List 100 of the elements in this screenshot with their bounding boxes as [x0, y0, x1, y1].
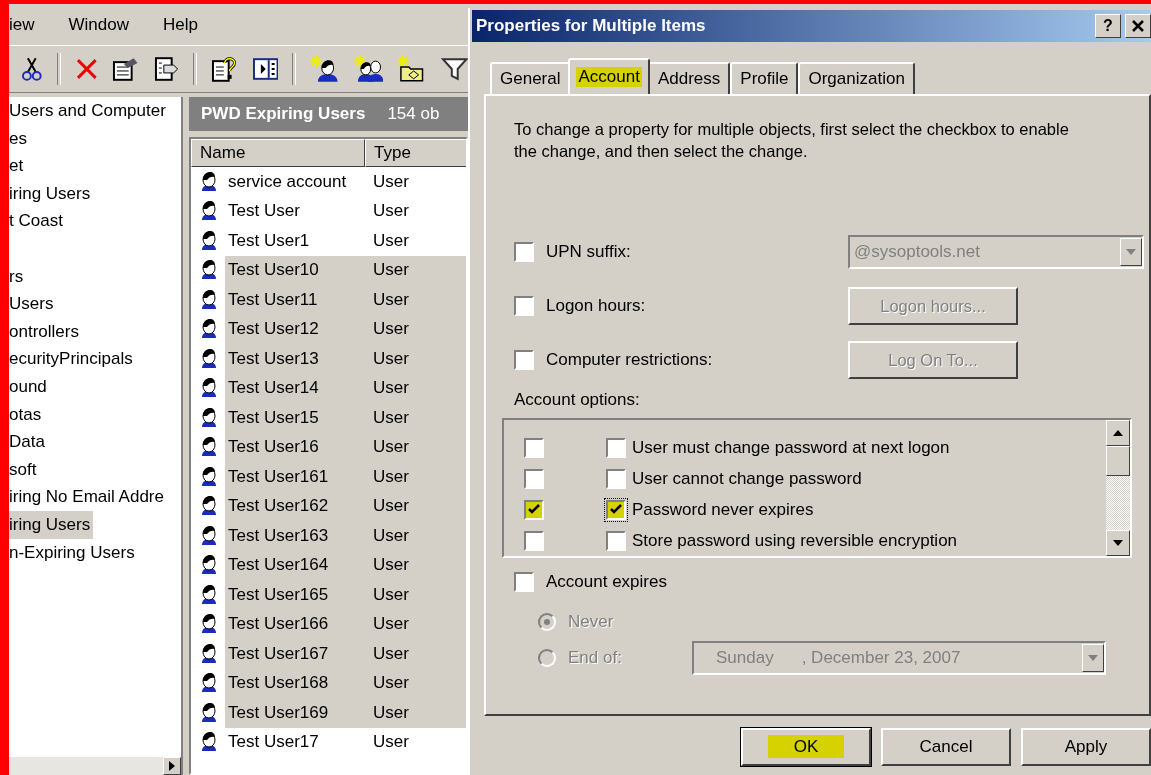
up-arrow-icon	[1113, 430, 1123, 436]
menu-item[interactable]: Window	[68, 14, 129, 35]
type-cell-text: User	[372, 230, 410, 251]
name-cell-text: Test User168	[227, 673, 330, 694]
tree-item[interactable]: iring Users	[9, 510, 94, 539]
enable-checkbox[interactable]	[524, 499, 544, 520]
enable-checkbox[interactable]	[524, 530, 544, 551]
name-cell-text: Test User165	[227, 584, 330, 605]
option-checkbox[interactable]	[606, 530, 626, 551]
section-label: Account options:	[514, 390, 641, 410]
type-cell-text: User	[372, 378, 410, 399]
horizontal-scrollbar[interactable]	[9, 757, 181, 775]
user-icon	[199, 465, 219, 488]
name-cell-text: Test User13	[227, 348, 320, 369]
type-cell-text: User	[372, 732, 410, 753]
name-cell-text: Test User12	[227, 319, 320, 340]
user-icon	[199, 288, 219, 311]
tab[interactable]: Organization	[798, 62, 915, 94]
user-icon	[199, 229, 219, 252]
delete-icon[interactable]	[74, 57, 99, 81]
column-header[interactable]: Name	[191, 139, 365, 167]
list-row[interactable]: Test User167 User	[225, 639, 466, 669]
tab[interactable]: Address	[647, 62, 731, 94]
list-row[interactable]: Test User16 User	[225, 432, 466, 462]
menu-item[interactable]: Help	[163, 14, 198, 35]
dialog-button[interactable]: OK	[741, 728, 871, 766]
help-button[interactable]: ?	[1095, 14, 1121, 38]
user-icon	[199, 406, 219, 429]
tab[interactable]: Account	[568, 58, 650, 94]
type-cell-text: User	[372, 289, 410, 310]
user-icon	[199, 170, 219, 193]
scroll-up-button[interactable]	[1106, 420, 1130, 446]
menu-item[interactable]: iew	[9, 14, 35, 35]
user-icon	[199, 731, 219, 754]
name-cell-text: Test User161	[227, 466, 330, 487]
name-cell-text: Test User163	[227, 525, 330, 546]
type-cell-text: User	[372, 466, 410, 487]
user-icon	[199, 377, 219, 400]
date-value: , December 23, 2007	[801, 648, 961, 668]
instructions-text: To change a property for multiple objects, first select the checkbox to enable the change, and then select the change.	[514, 119, 1070, 162]
type-cell-text: User	[372, 201, 410, 222]
dropdown-button[interactable]	[1082, 644, 1104, 672]
pane-title: PWD Expiring Users	[201, 104, 366, 124]
scroll-right-button[interactable]	[163, 757, 181, 775]
column-header[interactable]: Type	[365, 139, 466, 167]
scroll-thumb[interactable]	[1106, 446, 1130, 476]
type-cell-text: User	[372, 614, 410, 635]
user-icon	[199, 436, 219, 459]
list-row[interactable]: Test User14 User	[225, 373, 466, 403]
option-label: User must change password at next logon	[632, 437, 950, 458]
scroll-down-button[interactable]	[1106, 530, 1130, 556]
tab[interactable]: Profile	[730, 62, 799, 94]
tab[interactable]: General	[490, 62, 571, 94]
list-row[interactable]: Test User165 User	[225, 580, 466, 610]
option-checkbox[interactable]	[606, 437, 626, 458]
type-cell-text: User	[372, 407, 410, 428]
option-checkbox[interactable]	[606, 499, 626, 520]
field-label: Account expires	[546, 572, 667, 592]
user-icon	[199, 318, 219, 341]
user-icon	[199, 495, 219, 518]
user-icon	[199, 583, 219, 606]
list-row[interactable]: Test User12 User	[225, 314, 466, 344]
list-row[interactable]: Test User169 User	[225, 698, 466, 728]
console-tree-icon[interactable]	[252, 58, 279, 80]
user-icon	[199, 259, 219, 282]
list-row[interactable]: Test User166 User	[225, 609, 466, 639]
help-icon[interactable]	[211, 55, 239, 83]
type-cell-text: User	[372, 437, 410, 458]
type-cell-text: User	[372, 260, 410, 281]
properties-icon[interactable]	[112, 56, 140, 82]
vertical-scrollbar[interactable]	[1106, 420, 1130, 556]
type-cell-text: User	[372, 319, 410, 340]
user-icon	[199, 672, 219, 695]
name-cell-text: Test User164	[227, 555, 330, 576]
option-label: User cannot change password	[632, 468, 862, 489]
date-day: Sunday	[716, 648, 774, 668]
list-row[interactable]: Test User13 User	[225, 344, 466, 374]
list-row[interactable]: Test User161 User	[225, 462, 466, 492]
list-row[interactable]: Test User162 User	[225, 491, 466, 521]
close-button[interactable]	[1125, 14, 1151, 38]
list-row[interactable]: Test User164 User	[225, 550, 466, 580]
option-checkbox[interactable]	[606, 468, 626, 489]
new-group-icon[interactable]	[353, 55, 384, 83]
dialog-button[interactable]: Cancel	[881, 728, 1011, 766]
name-cell-text: Test User	[227, 201, 301, 222]
list-row[interactable]: Test User11 User	[225, 285, 466, 315]
option-label: Password never expires	[632, 499, 814, 520]
dialog-button[interactable]: Apply	[1021, 728, 1151, 766]
name-cell-text: Test User169	[227, 702, 330, 723]
field-label: Logon hours:	[546, 296, 647, 316]
new-user-icon[interactable]	[310, 55, 340, 83]
list-row[interactable]: Test User15 User	[225, 403, 466, 433]
list-row[interactable]: Test User10 User	[225, 255, 466, 285]
scissors-icon[interactable]	[21, 56, 43, 82]
enable-checkbox[interactable]	[524, 468, 544, 489]
enable-checkbox[interactable]	[524, 437, 544, 458]
list-row[interactable]: Test User168 User	[225, 668, 466, 698]
filter-icon[interactable]	[440, 56, 468, 82]
list-row[interactable]: Test User163 User	[225, 521, 466, 551]
export-list-icon[interactable]	[153, 56, 180, 82]
